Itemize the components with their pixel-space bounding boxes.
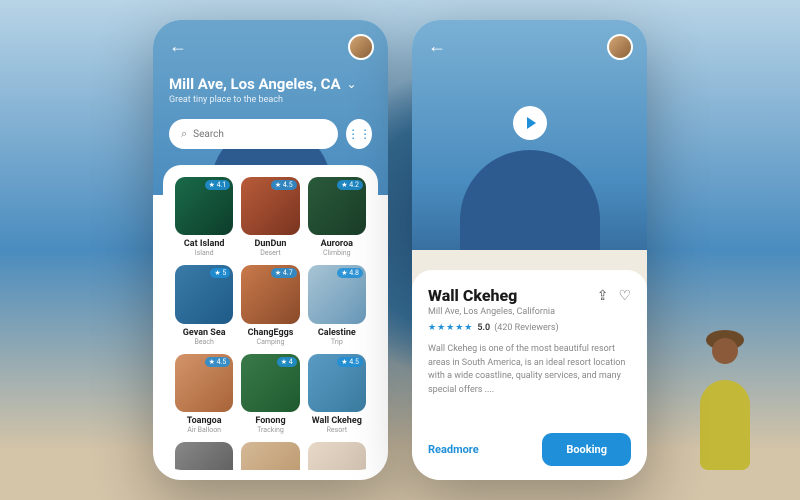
heart-icon[interactable]: ♡ [618, 288, 631, 304]
card-title: Calestine [318, 328, 356, 338]
hero-dome-graphic [460, 150, 600, 260]
destination-card[interactable]: ★ 4.7 ChangEggsCamping [241, 265, 299, 345]
card-subtitle: Camping [257, 338, 285, 346]
card-thumbnail: ★ 4.5 [175, 354, 233, 412]
chevron-down-icon: ⌄ [347, 77, 357, 91]
destination-card[interactable] [241, 442, 299, 470]
rating-value: 5.0 [477, 323, 490, 333]
detail-panel: Wall Ckeheg ⇪ ♡ Mill Ave, Los Angeles, C… [412, 270, 647, 480]
booking-button[interactable]: Booking [542, 433, 631, 466]
rating-badge: ★ 4.5 [337, 357, 363, 367]
destination-card[interactable]: ★ 4 FonongTracking [241, 354, 299, 434]
search-icon: ⌕ [181, 127, 187, 141]
card-thumbnail: ★ 4.5 [241, 177, 299, 235]
subtitle-text: Great tiny place to the beach [169, 95, 372, 105]
card-title: Wall Ckeheg [312, 416, 362, 426]
stars-icon: ★★★★★ [428, 323, 473, 333]
destinations-grid: ★ 4.1Cat IslandIsland★ 4.5DunDunDesert★ … [175, 177, 366, 470]
card-subtitle: Air Balloon [187, 426, 221, 434]
card-thumbnail: ★ 4.7 [241, 265, 299, 323]
avatar[interactable] [607, 34, 633, 60]
card-subtitle: Beach [194, 338, 213, 346]
back-arrow-icon[interactable]: ← [428, 36, 446, 57]
destination-card[interactable]: ★ 4.8 CalestineTrip [308, 265, 366, 345]
location-selector[interactable]: Mill Ave, Los Angeles, CA ⌄ [169, 75, 372, 93]
filter-button[interactable]: ⋮⋮ [346, 119, 372, 149]
person-graphic [680, 330, 770, 470]
destination-card[interactable] [308, 442, 366, 470]
share-icon[interactable]: ⇪ [597, 288, 609, 304]
location-text: Mill Ave, Los Angeles, CA [169, 75, 341, 93]
card-subtitle: Desert [260, 249, 280, 257]
rating-badge: ★ 5 [210, 268, 230, 278]
avatar[interactable] [348, 34, 374, 60]
card-thumbnail: ★ 4.5 [308, 354, 366, 412]
card-subtitle: Tracking [257, 426, 284, 434]
detail-location: Mill Ave, Los Angeles, California [428, 307, 631, 317]
card-title: Toangoa [187, 416, 222, 426]
card-thumbnail: ★ 5 [175, 265, 233, 323]
destination-card[interactable] [175, 442, 233, 470]
back-arrow-icon[interactable]: ← [169, 36, 187, 57]
rating-badge: ★ 4.5 [205, 357, 231, 367]
rating-badge: ★ 4.5 [271, 180, 297, 190]
card-subtitle: Trip [331, 338, 343, 346]
destination-card[interactable]: ★ 4.2 AuroroaClimbing [308, 177, 366, 257]
destination-card[interactable]: ★ 4.5 Wall CkehegResort [308, 354, 366, 434]
card-subtitle: Island [195, 249, 214, 257]
card-title: Auroroa [321, 239, 353, 249]
rating-badge: ★ 4 [277, 357, 297, 367]
card-title: Gevan Sea [183, 328, 226, 338]
card-thumbnail [241, 442, 299, 470]
rating-badge: ★ 4.8 [337, 268, 363, 278]
card-thumbnail: ★ 4.1 [175, 177, 233, 235]
search-box[interactable]: ⌕ [169, 119, 338, 149]
destination-card[interactable]: ★ 4.5 DunDunDesert [241, 177, 299, 257]
phone-screen-listing: ← Mill Ave, Los Angeles, CA ⌄ Great tiny… [153, 20, 388, 480]
reviews-count: (420 Reviewers) [494, 323, 558, 333]
destination-card[interactable]: ★ 4.5 ToangoaAir Balloon [175, 354, 233, 434]
card-thumbnail: ★ 4.8 [308, 265, 366, 323]
card-subtitle: Resort [327, 426, 347, 434]
card-thumbnail: ★ 4 [241, 354, 299, 412]
card-title: Fonong [255, 416, 285, 426]
destinations-panel: ★ 4.1Cat IslandIsland★ 4.5DunDunDesert★ … [163, 165, 378, 470]
card-title: ChangEggs [248, 328, 294, 338]
search-input[interactable] [193, 129, 326, 140]
play-button[interactable] [513, 106, 547, 140]
rating-badge: ★ 4.7 [271, 268, 297, 278]
card-title: Cat Island [184, 239, 225, 249]
detail-hero: ← [412, 20, 647, 290]
rating-badge: ★ 4.2 [337, 180, 363, 190]
rating-row: ★★★★★ 5.0 (420 Reviewers) [428, 323, 631, 333]
rating-badge: ★ 4.1 [205, 180, 231, 190]
readmore-link[interactable]: Readmore [428, 443, 479, 456]
card-title: DunDun [255, 239, 287, 249]
description-text: Wall Ckeheg is one of the most beautiful… [428, 343, 631, 397]
card-thumbnail [175, 442, 233, 470]
phone-screen-detail: ← Wall Ckeheg ⇪ ♡ Mill Ave, Los Angeles,… [412, 20, 647, 480]
card-thumbnail: ★ 4.2 [308, 177, 366, 235]
card-thumbnail [308, 442, 366, 470]
detail-title: Wall Ckeheg [428, 286, 517, 305]
card-subtitle: Climbing [323, 249, 351, 257]
destination-card[interactable]: ★ 4.1 Cat IslandIsland [175, 177, 233, 257]
destination-card[interactable]: ★ 5 Gevan SeaBeach [175, 265, 233, 345]
